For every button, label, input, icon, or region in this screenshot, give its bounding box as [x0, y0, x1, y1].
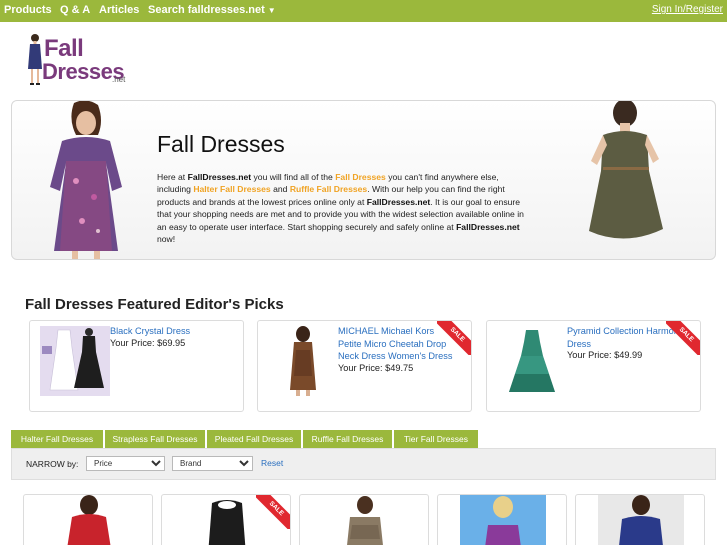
sale-badge: SALE — [666, 321, 700, 355]
product-image[interactable] — [46, 495, 132, 545]
price-select[interactable]: Price — [86, 456, 165, 471]
product-image[interactable] — [322, 495, 408, 545]
tab-halter[interactable]: Halter Fall Dresses — [11, 430, 103, 448]
hero-title: Fall Dresses — [157, 131, 285, 157]
nav-search[interactable]: Search falldresses.net — [148, 4, 265, 16]
chevron-down-icon: ▼ — [267, 6, 276, 15]
tab-tier[interactable]: Tier Fall Dresses — [394, 430, 478, 448]
brand-select[interactable]: Brand — [172, 456, 253, 471]
signin-link[interactable]: Sign In/Register — [652, 4, 723, 15]
sale-badge: SALE — [437, 321, 471, 355]
filter-bar: NARROW by: Price Brand Reset — [11, 448, 716, 480]
tab-strapless[interactable]: Strapless Fall Dresses — [105, 430, 205, 448]
narrow-label: NARROW by: — [26, 459, 79, 469]
pick-price: Your Price: $49.75 — [338, 363, 414, 373]
top-nav: Products Q & A Articles Search falldress… — [0, 0, 727, 22]
logo-net: .net — [112, 75, 126, 84]
product-card[interactable] — [437, 494, 567, 545]
product-card[interactable]: SALE — [161, 494, 291, 545]
pick-card[interactable]: MICHAEL Michael Kors Petite Micro Cheeta… — [257, 320, 472, 412]
nav-articles[interactable]: Articles — [99, 4, 139, 16]
halter-fall-dresses-link[interactable]: Halter Fall Dresses — [193, 184, 270, 194]
sale-badge: SALE — [256, 495, 290, 529]
product-image[interactable] — [598, 495, 684, 545]
product-image[interactable] — [460, 495, 546, 545]
pick-card[interactable]: Pyramid Collection Harmony Dress Your Pr… — [486, 320, 701, 412]
product-card[interactable] — [23, 494, 153, 545]
nav-qa[interactable]: Q & A — [60, 4, 90, 16]
nav-products[interactable]: Products — [4, 4, 52, 16]
tab-ruffle[interactable]: Ruffle Fall Dresses — [303, 430, 392, 448]
hero-model-left-image — [50, 101, 122, 259]
product-card[interactable] — [575, 494, 705, 545]
product-thumbnail[interactable] — [40, 326, 110, 396]
product-thumbnail[interactable] — [497, 326, 567, 396]
hero-model-right-image — [589, 101, 663, 239]
editor-picks-heading: Fall Dresses Featured Editor's Picks — [25, 296, 284, 313]
hero-banner: Fall Dresses Here at FallDresses.net you… — [11, 100, 716, 260]
reset-link[interactable]: Reset — [261, 458, 283, 468]
product-card[interactable] — [299, 494, 429, 545]
pick-name[interactable]: Black Crystal Dress — [110, 325, 230, 338]
pick-card[interactable]: Black Crystal Dress Your Price: $69.95 — [29, 320, 244, 412]
site-name-text: FallDresses.net — [187, 172, 252, 182]
pick-price: Your Price: $69.95 — [110, 338, 186, 348]
ruffle-fall-dresses-link[interactable]: Ruffle Fall Dresses — [290, 184, 367, 194]
tab-pleated[interactable]: Pleated Fall Dresses — [207, 430, 301, 448]
product-thumbnail[interactable] — [268, 326, 338, 396]
nav-search-wrap[interactable]: Search falldresses.net ▼ — [148, 4, 276, 16]
site-logo[interactable]: Fall Dresses .net — [26, 33, 136, 89]
fall-dresses-link[interactable]: Fall Dresses — [335, 172, 386, 182]
hero-description: Here at FallDresses.net you will find al… — [157, 172, 524, 245]
